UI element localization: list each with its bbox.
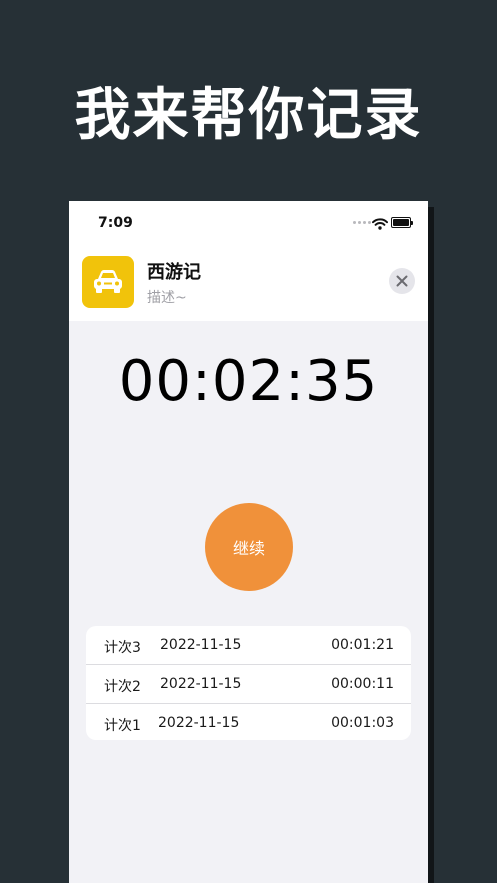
battery-icon: [391, 217, 413, 228]
phone-screen: 7:09 西游记 描述~ 00:02:35 继续 计次3 2022-11-15 …: [69, 201, 428, 883]
promo-headline: 我来帮你记录: [74, 83, 423, 148]
lap-row: 计次2 2022-11-15 00:00:11: [86, 665, 411, 704]
timer-display: 00:02:35: [118, 349, 379, 414]
lap-row: 计次1 2022-11-15 00:01:03: [86, 704, 411, 740]
lap-time: 00:01:21: [331, 637, 394, 653]
record-description: 描述~: [147, 290, 187, 306]
close-icon: [396, 275, 408, 287]
lap-row: 计次3 2022-11-15 00:01:21: [86, 626, 411, 665]
close-button[interactable]: [389, 268, 415, 294]
lap-name: 计次2: [104, 679, 141, 695]
record-title: 西游记: [147, 262, 201, 283]
lap-name: 计次3: [104, 640, 141, 656]
status-time: 7:09: [98, 215, 133, 231]
resume-button[interactable]: 继续: [205, 503, 293, 591]
lap-date: 2022-11-15: [158, 715, 240, 731]
lap-time: 00:00:11: [331, 676, 394, 692]
lap-date: 2022-11-15: [160, 637, 242, 653]
car-icon: [82, 256, 134, 308]
cellular-signal-icon: [353, 221, 371, 224]
wifi-icon: [372, 215, 388, 234]
lap-name: 计次1: [104, 718, 141, 734]
lap-time: 00:01:03: [331, 715, 394, 731]
lap-list: 计次3 2022-11-15 00:01:21 计次2 2022-11-15 0…: [86, 626, 411, 740]
lap-date: 2022-11-15: [160, 676, 242, 692]
